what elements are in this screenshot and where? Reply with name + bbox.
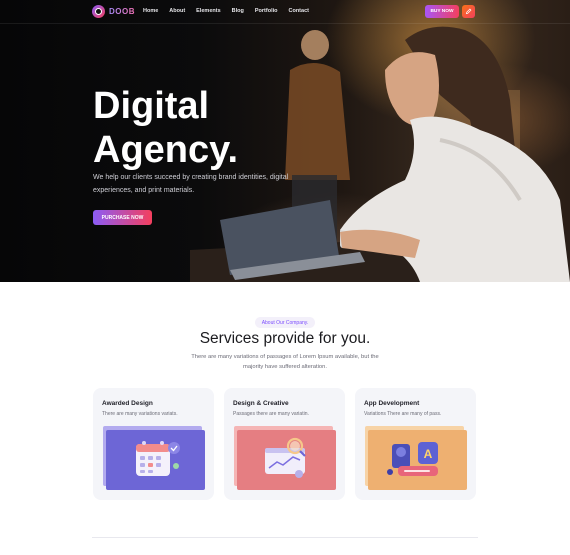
service-card-app-development[interactable]: App Development Variations There are man… bbox=[355, 388, 476, 500]
calendar-icon bbox=[136, 441, 180, 476]
purchase-now-button[interactable]: PURCHASE NOW bbox=[93, 210, 152, 225]
brand-name: DOOB bbox=[109, 7, 135, 16]
pencil-icon bbox=[465, 8, 472, 15]
menu-item-home[interactable]: Home bbox=[143, 8, 158, 14]
logo-mark-icon bbox=[92, 5, 105, 18]
hero-description: We help our clients succeed by creating … bbox=[93, 174, 289, 194]
hero-title-line2: Agency. bbox=[93, 129, 239, 171]
main-menu: Home About Elements Blog Portfolio Conta… bbox=[143, 8, 309, 14]
service-card-text: Variations There are many of pass. bbox=[364, 411, 442, 417]
brand-logo[interactable]: DOOB bbox=[92, 5, 135, 18]
menu-item-portfolio[interactable]: Portfolio bbox=[255, 8, 278, 14]
section-eyebrow: About Our Company. bbox=[255, 317, 315, 328]
service-card-awarded-design[interactable]: Awarded Design There are many variations… bbox=[93, 388, 214, 500]
menu-item-elements[interactable]: Elements bbox=[196, 8, 220, 14]
hero-title-line1: Digital bbox=[93, 85, 210, 127]
service-card-text: Passages there are many variatin. bbox=[233, 411, 309, 417]
service-card-title: App Development bbox=[364, 400, 420, 407]
section-description: There are many variations of passages of… bbox=[191, 354, 379, 370]
theme-toggle-button[interactable] bbox=[462, 5, 475, 18]
section-divider bbox=[92, 537, 478, 538]
svg-text:A: A bbox=[424, 447, 433, 461]
browser-search-icon bbox=[265, 437, 306, 478]
service-card-design-creative[interactable]: Design & Creative Passages there are man… bbox=[224, 388, 345, 500]
buy-now-button[interactable]: BUY NOW bbox=[425, 5, 459, 18]
service-card-text: There are many variations variats. bbox=[102, 411, 178, 417]
app-typography-icon: A bbox=[387, 442, 438, 476]
section-title: Services provide for you. bbox=[199, 330, 371, 347]
top-navigation: DOOB Home About Elements Blog Portfolio … bbox=[0, 0, 570, 24]
menu-item-blog[interactable]: Blog bbox=[232, 8, 244, 14]
menu-item-about[interactable]: About bbox=[169, 8, 185, 14]
service-card-title: Design & Creative bbox=[233, 400, 289, 407]
menu-item-contact[interactable]: Contact bbox=[288, 8, 308, 14]
hero-title: Digital Agency. bbox=[93, 84, 293, 172]
service-card-title: Awarded Design bbox=[102, 400, 153, 407]
